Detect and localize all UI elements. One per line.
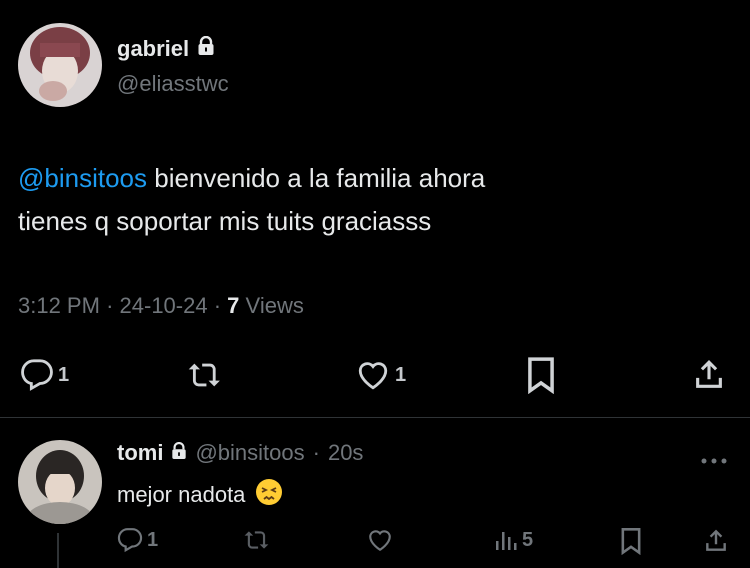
share-icon [706, 529, 726, 551]
meta-separator: · [213, 293, 222, 318]
persevering-face-emoji [255, 478, 283, 512]
reply-author-name[interactable]: tomi [117, 440, 163, 466]
reply-reply-count: 1 [147, 528, 159, 551]
reply-bookmark-button[interactable] [619, 527, 643, 555]
author-name-text: gabriel [117, 36, 190, 61]
mention-link[interactable]: @binsitoos [18, 163, 147, 193]
share-button[interactable] [692, 356, 726, 394]
bookmark-icon [621, 528, 641, 555]
reply-header: tomi @binsitoos · 20s [117, 440, 363, 466]
lock-icon [197, 35, 215, 62]
reply-reply-button[interactable]: 1 [117, 527, 158, 553]
meta-separator: · [106, 293, 114, 318]
like-button[interactable]: 1 [355, 358, 406, 392]
more-options-icon[interactable] [700, 452, 728, 470]
tweet-text-line2: tienes q soportar mis tuits graciasss [18, 206, 432, 236]
tweet-text: @binsitoos bienvenido a la familia ahora… [18, 157, 718, 243]
views-count: 7 [227, 293, 240, 318]
author-name[interactable]: gabriel [117, 35, 215, 62]
reply-avatar[interactable] [18, 440, 102, 524]
retweet-button[interactable] [187, 358, 223, 392]
reply-retweet-button[interactable] [244, 527, 270, 553]
tweet-time[interactable]: 3:12 PM [18, 293, 100, 318]
reply-text: mejor nadota [117, 478, 283, 512]
reply-like-button[interactable] [367, 527, 393, 553]
reply-icon [21, 359, 53, 391]
reply-views-button[interactable]: 5 [494, 527, 533, 553]
divider [0, 417, 750, 418]
tweet-text-line1: bienvenido a la familia ahora [147, 163, 486, 193]
bookmark-icon [528, 357, 554, 394]
bookmark-button[interactable] [525, 356, 557, 394]
heart-icon [358, 362, 388, 390]
tweet-date[interactable]: 24-10-24 [120, 293, 208, 318]
reply-views-count: 5 [522, 528, 534, 551]
heart-icon [369, 530, 391, 552]
lock-icon [171, 440, 187, 466]
reply-author-handle[interactable]: @binsitoos [195, 440, 304, 466]
author-handle[interactable]: @eliasstwc [117, 71, 229, 97]
reply-count: 1 [58, 363, 70, 386]
retweet-icon [244, 531, 269, 549]
reply-share-button[interactable] [703, 527, 729, 555]
reply-text-content: mejor nadota [117, 482, 246, 507]
views-label: Views [245, 293, 304, 318]
reply-time[interactable]: 20s [328, 440, 363, 466]
reply-icon [117, 528, 143, 553]
reply-button[interactable]: 1 [20, 358, 69, 392]
tweet-meta: 3:12 PM · 24-10-24 · 7 Views [18, 293, 304, 319]
author-avatar[interactable] [18, 23, 102, 107]
share-icon [696, 360, 722, 388]
thread-line [57, 533, 59, 568]
meta-separator: · [312, 440, 320, 465]
like-count: 1 [395, 363, 407, 386]
retweet-icon [188, 363, 220, 387]
analytics-icon [496, 532, 517, 550]
